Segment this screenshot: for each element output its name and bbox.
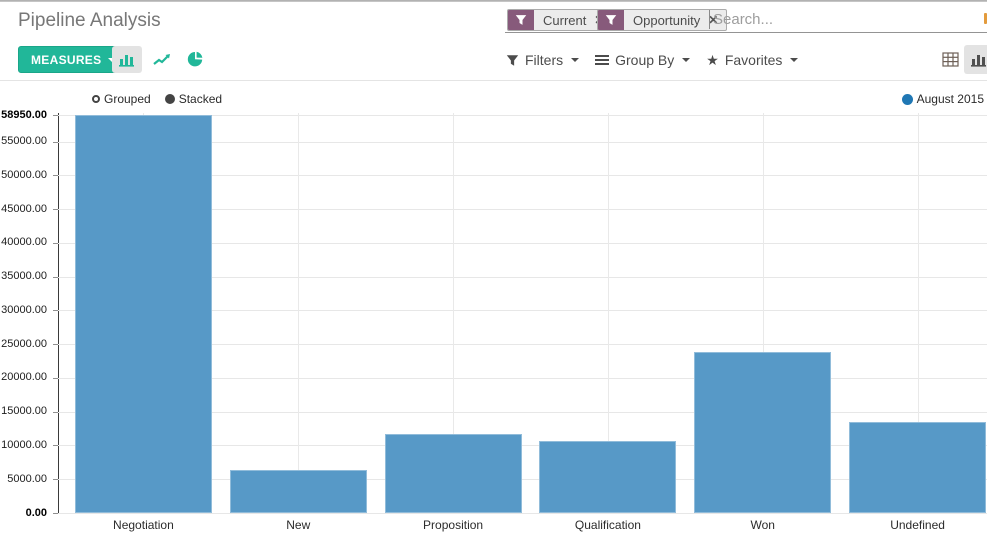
filters-button-label: Filters (525, 52, 564, 68)
bar-won[interactable] (694, 351, 832, 513)
grouped-label: Grouped (104, 92, 151, 106)
line-chart-icon (152, 52, 172, 67)
pie-chart-icon (187, 51, 204, 68)
y-tick-label: 15000.00 (1, 405, 47, 418)
y-tick-label: 50000.00 (1, 168, 47, 181)
bar-qualification[interactable] (539, 441, 677, 513)
favorites-button-label: Favorites (724, 52, 783, 68)
pivot-grid-icon (941, 52, 959, 67)
bar-new[interactable] (229, 470, 367, 513)
view-switcher-graph-button[interactable] (964, 45, 987, 74)
y-tick-label: 30000.00 (1, 303, 47, 316)
stacked-label: Stacked (178, 92, 223, 106)
bar-chart-icon (970, 52, 987, 68)
x-tick-label: Proposition (423, 518, 484, 532)
radio-circle-icon (92, 95, 100, 103)
bar-proposition[interactable] (384, 434, 522, 513)
search-options-bar: Filters Group By ★ Favorites (506, 47, 799, 73)
legend-item-august-2015[interactable]: August 2015 (901, 92, 984, 106)
grouped-mode-toggle[interactable]: Grouped (92, 92, 151, 106)
y-tick-label: 58950.00 (1, 108, 47, 121)
gridline (58, 513, 987, 514)
y-tick-label: 55000.00 (1, 135, 47, 148)
bar-chart-icon (118, 52, 136, 68)
y-tick-label: 45000.00 (1, 202, 47, 215)
search-bar-underline (505, 32, 987, 33)
funnel-icon (508, 10, 534, 30)
x-tick-label: Won (750, 518, 775, 532)
x-axis: Negotiation New Proposition Qualification Wo… (58, 518, 987, 538)
facet-label: Opportunity (633, 12, 701, 28)
legend-circle-icon (901, 93, 913, 105)
x-tick-label: Negotiation (113, 518, 174, 532)
favorites-button[interactable]: ★ Favorites (706, 52, 799, 68)
legend-label: August 2015 (916, 92, 984, 106)
y-tick-label: 5000.00 (7, 472, 47, 485)
gridline (298, 113, 300, 513)
bar-negotiation[interactable] (74, 115, 212, 513)
funnel-icon (598, 10, 624, 30)
y-tick-label: 0.00 (25, 506, 47, 519)
search-facet-opportunity[interactable]: Opportunity ✕ (597, 9, 728, 31)
chevron-down-icon (682, 58, 691, 62)
search-input[interactable] (713, 8, 978, 31)
star-icon: ★ (706, 52, 719, 68)
group-by-button[interactable]: Group By (595, 52, 691, 68)
x-tick-label: Qualification (574, 518, 641, 532)
funnel-icon (506, 54, 519, 67)
x-tick-label: Undefined (890, 518, 945, 532)
chart-type-pie-button[interactable] (180, 46, 210, 73)
filters-button[interactable]: Filters (506, 52, 580, 68)
view-switcher-pivot-button[interactable] (936, 45, 964, 74)
text-cursor (709, 10, 710, 29)
y-axis: 0.00 5000.00 10000.00 15000.00 20000.00 25000… (0, 0, 58, 542)
plot-area (58, 113, 987, 514)
chart-type-line-button[interactable] (147, 46, 177, 73)
bar-undefined[interactable] (849, 422, 987, 513)
group-by-button-label: Group By (615, 52, 675, 68)
x-tick-label: New (286, 518, 311, 532)
radio-circle-icon (164, 94, 175, 104)
y-tick-label: 25000.00 (1, 337, 47, 350)
list-lines-icon (595, 54, 610, 66)
stacked-mode-toggle[interactable]: Stacked (164, 92, 223, 106)
y-tick-label: 35000.00 (1, 270, 47, 283)
window-top-edge (0, 0, 987, 2)
pipeline-analysis-screen: Pipeline Analysis MEASURES Current ✕ Opp… (0, 0, 987, 542)
facet-label: Current (543, 12, 587, 28)
chart-type-bar-button[interactable] (112, 46, 142, 73)
y-tick-label: 40000.00 (1, 236, 47, 249)
control-panel-divider (0, 80, 987, 81)
y-tick-label: 10000.00 (1, 438, 47, 451)
chart-mode-controls: Grouped Stacked (92, 92, 222, 106)
chevron-down-icon (571, 58, 580, 62)
y-tick-label: 20000.00 (1, 371, 47, 384)
chevron-down-icon (790, 58, 799, 62)
